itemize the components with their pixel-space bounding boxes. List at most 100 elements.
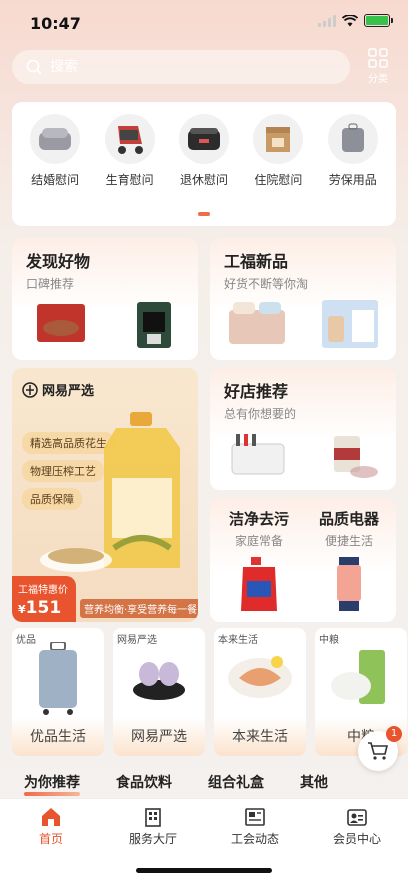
milk-tea-image <box>321 300 378 348</box>
tab-other[interactable]: 其他 <box>300 772 328 792</box>
nutrition-powder-image <box>334 436 378 478</box>
tab-home[interactable]: 首页 <box>0 799 102 850</box>
rice-cooker-image <box>178 114 229 164</box>
status-bar: 10:47 <box>0 0 408 44</box>
home-icon <box>42 808 60 826</box>
cart-badge: 1 <box>386 726 402 742</box>
yanxuan-logo: 网易严选 <box>22 380 94 399</box>
good-shop-title: 好店推荐 <box>224 382 289 401</box>
category-tabs: 为你推荐 食品饮料 组合礼盒 其他 <box>24 772 364 796</box>
battery-icon <box>364 14 393 27</box>
category-button[interactable]: 分类 <box>360 48 396 86</box>
rice-bag-image <box>331 650 385 704</box>
tab-food[interactable]: 食品饮料 <box>116 772 172 792</box>
quick-item-birth[interactable]: 生育慰问 <box>98 114 162 188</box>
brand-youpin[interactable]: 优品 优品生活 <box>12 628 104 756</box>
appliance-section[interactable]: 品质电器 便捷生活 <box>304 508 394 619</box>
tab-gift[interactable]: 组合礼盒 <box>208 772 264 792</box>
discover-subtitle: 口碑推荐 <box>26 277 75 291</box>
news-icon <box>245 808 265 826</box>
page-indicator <box>198 212 210 216</box>
quick-item-label: 劳保用品 <box>328 173 377 187</box>
brand-row: 优品 优品生活 网易严选 网易严选 本来生活 本来生活 中粮 中粮 <box>12 628 408 758</box>
tab-service-hall[interactable]: 服务大厅 <box>102 799 204 850</box>
cart-button[interactable]: 1 <box>358 726 402 771</box>
discover-title: 发现好物 <box>26 252 91 271</box>
sausage-image <box>37 304 85 342</box>
good-shop-subtitle: 总有你想要的 <box>224 407 297 421</box>
search-input[interactable] <box>50 59 290 75</box>
yanxuan-tag: 品质保障 <box>22 488 82 510</box>
quick-item-label: 生育慰问 <box>105 173 154 187</box>
tab-label: 工会动态 <box>230 832 279 846</box>
yanxuan-slogan: 营养均衡·享受营养每一餐 <box>80 599 198 618</box>
search-icon <box>26 59 42 75</box>
tab-label: 服务大厅 <box>128 832 177 846</box>
quick-item-label: 退休慰问 <box>179 173 228 187</box>
quick-service-card: 结婚慰问 生育慰问 退休慰问 住院慰问 劳保用品 <box>12 102 396 226</box>
peanut-bowl-image <box>40 548 112 572</box>
brand-tag: 中粮 <box>319 635 339 646</box>
cellular-signal-icon <box>318 14 336 27</box>
status-icons <box>318 14 393 27</box>
member-card-icon <box>347 809 367 826</box>
yanxuan-price-box: 工福特惠价 ¥151 <box>12 576 76 622</box>
good-shop-card[interactable]: 好店推荐 总有你想要的 <box>210 368 396 490</box>
wifi-icon <box>342 14 358 26</box>
quick-item-hospital[interactable]: 住院慰问 <box>246 114 310 188</box>
home-indicator <box>136 868 272 873</box>
gift-box-image <box>253 114 304 164</box>
earbuds-image <box>133 662 185 700</box>
suitcase-image <box>39 642 77 715</box>
yanxuan-featured-card[interactable]: 网易严选 精选高品质花生 物理压榨工艺 品质保障 工福特惠价 ¥151 营养均衡… <box>12 368 198 622</box>
blender-image <box>337 557 361 611</box>
brand-benlai[interactable]: 本来生活 本来生活 <box>214 628 306 756</box>
luggage-image <box>327 114 378 164</box>
new-goods-title: 工福新品 <box>224 252 289 271</box>
appliance-image <box>231 434 285 475</box>
yanxuan-brand: 网易严选 <box>42 384 95 399</box>
status-time: 10:47 <box>30 14 81 33</box>
search-row: 分类 <box>12 48 396 86</box>
quick-item-retire[interactable]: 退休慰问 <box>172 114 236 188</box>
tab-label: 会员中心 <box>332 832 381 846</box>
clean-title: 洁净去污 <box>228 510 289 528</box>
stroller-image <box>104 114 155 164</box>
quick-item-label: 住院慰问 <box>254 173 303 187</box>
appliance-subtitle: 便捷生活 <box>324 534 373 548</box>
coffee-machine-image <box>137 302 171 348</box>
bottom-tab-bar: 首页 服务大厅 工会动态 会员中心 <box>0 798 408 850</box>
clean-section[interactable]: 洁净去污 家庭常备 <box>214 508 304 619</box>
bedding-image <box>228 302 285 344</box>
quick-item-labor[interactable]: 劳保用品 <box>321 114 385 188</box>
brand-tag: 本来生活 <box>218 635 258 646</box>
brand-name: 优品生活 <box>30 729 86 745</box>
clean-appliance-card: 洁净去污 家庭常备 品质电器 便捷生活 <box>210 498 396 622</box>
blanket-image <box>30 114 81 164</box>
quick-item-label: 结婚慰问 <box>31 173 80 187</box>
new-goods-subtitle: 好货不断等你淘 <box>224 277 309 291</box>
tab-label: 首页 <box>38 832 63 846</box>
yanxuan-tag: 物理压榨工艺 <box>22 460 104 482</box>
brand-name: 网易严选 <box>131 729 187 745</box>
tab-member-center[interactable]: 会员中心 <box>306 799 408 850</box>
new-goods-card[interactable]: 工福新品 好货不断等你淘 <box>210 238 396 360</box>
bottom-safe-area <box>0 850 408 883</box>
yanxuan-price: ¥151 <box>18 598 62 618</box>
brand-tag: 网易严选 <box>117 635 157 646</box>
cart-icon <box>368 742 389 760</box>
shrimp-image <box>228 656 292 698</box>
category-label: 分类 <box>368 74 388 85</box>
search-box[interactable] <box>12 50 350 84</box>
yanxuan-logo-icon <box>22 381 38 398</box>
tab-recommend[interactable]: 为你推荐 <box>24 772 80 796</box>
yanxuan-price-label: 工福特惠价 <box>18 585 68 596</box>
grid-icon <box>368 48 388 68</box>
discover-card[interactable]: 发现好物 口碑推荐 <box>12 238 198 360</box>
brand-name: 本来生活 <box>232 729 288 745</box>
detergent-image <box>241 557 277 611</box>
clean-subtitle: 家庭常备 <box>234 534 283 548</box>
brand-yanxuan[interactable]: 网易严选 网易严选 <box>113 628 205 756</box>
tab-union-news[interactable]: 工会动态 <box>204 799 306 850</box>
quick-item-marriage[interactable]: 结婚慰问 <box>23 114 87 188</box>
